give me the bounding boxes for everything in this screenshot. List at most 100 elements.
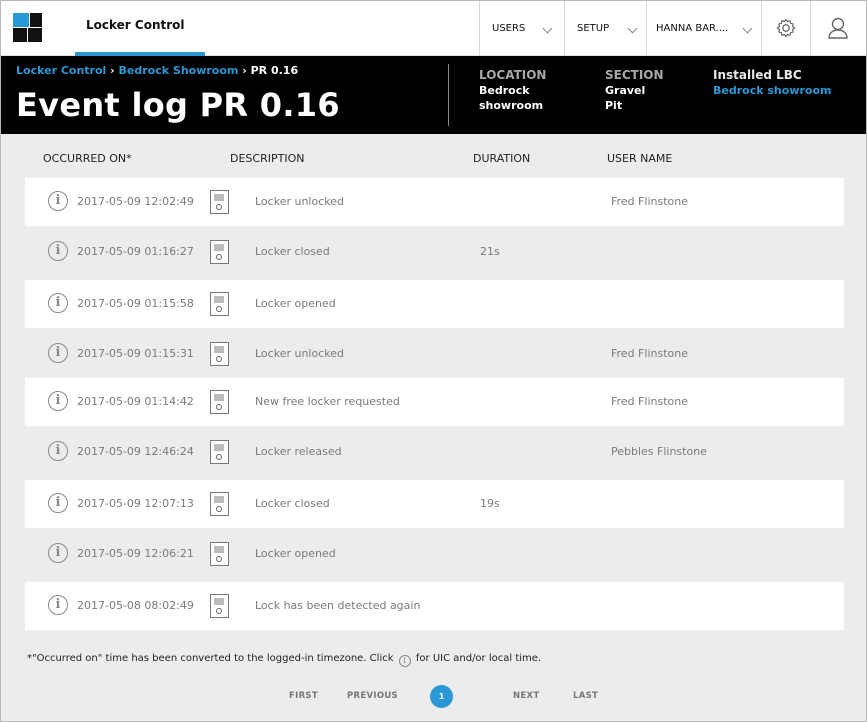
brand-logo-icon[interactable] <box>13 13 42 42</box>
chevron-down-icon <box>742 23 753 34</box>
account-menu-label: HANNA BAR.... <box>656 23 729 34</box>
row-occurred-on: 2017-05-09 01:15:58 <box>77 297 194 310</box>
row-description: Locker opened <box>255 297 336 310</box>
event-log-panel: OCCURRED ON* DESCRIPTION DURATION USER N… <box>1 134 866 721</box>
section-value-line-2: Pit <box>605 99 623 112</box>
table-row: i 2017-05-09 12:46:24 Locker released Pe… <box>25 428 844 476</box>
account-menu-button[interactable]: HANNA BAR.... <box>646 1 761 56</box>
column-header-user-name[interactable]: USER NAME <box>607 152 672 165</box>
location-value-line-1: Bedrock <box>479 84 530 97</box>
page-title: Event log PR 0.16 <box>16 86 340 124</box>
row-description: Locker unlocked <box>255 195 344 208</box>
info-icon[interactable]: i <box>48 191 68 211</box>
installed-lbc-label: Installed LBC <box>713 68 802 82</box>
breadcrumb-link-bedrock-showroom[interactable]: Bedrock Showroom <box>119 64 239 77</box>
row-description: Locker opened <box>255 547 336 560</box>
info-icon[interactable]: i <box>48 343 68 363</box>
row-description: New free locker requested <box>255 395 400 408</box>
chevron-down-icon <box>542 23 553 34</box>
installed-lbc-info: Installed LBC Bedrock showroom <box>713 68 831 98</box>
breadcrumb-separator: › <box>110 64 115 77</box>
row-description: Locker closed <box>255 497 330 510</box>
locker-icon <box>210 292 229 316</box>
table-row: i 2017-05-09 01:14:42 New free locker re… <box>25 378 844 426</box>
app-window: Locker Control USERS SETUP HANNA BAR.... <box>0 0 867 722</box>
location-label: LOCATION <box>479 68 547 82</box>
gear-icon <box>776 18 796 38</box>
table-row: i 2017-05-09 01:15:31 Locker unlocked Fr… <box>25 330 844 378</box>
row-description: Locker unlocked <box>255 347 344 360</box>
pagination-next[interactable]: NEXT <box>513 691 539 701</box>
setup-menu-label: SETUP <box>577 23 610 34</box>
table-row: i 2017-05-08 08:02:49 Lock has been dete… <box>25 582 844 630</box>
table-row: i 2017-05-09 01:16:27 Locker closed 21s <box>25 228 844 276</box>
row-description: Lock has been detected again <box>255 599 421 612</box>
breadcrumb-separator: › <box>242 64 247 77</box>
locker-icon <box>210 390 229 414</box>
info-icon[interactable]: i <box>48 293 68 313</box>
user-profile-button[interactable] <box>810 1 866 56</box>
locker-icon <box>210 342 229 366</box>
row-occurred-on: 2017-05-09 12:46:24 <box>77 445 194 458</box>
locker-icon <box>210 440 229 464</box>
breadcrumb-current: PR 0.16 <box>250 64 299 77</box>
footnote-text-after: for UIC and/or local time. <box>415 653 542 664</box>
column-header-duration[interactable]: DURATION <box>473 152 530 165</box>
location-info: LOCATION Bedrock showroom <box>479 68 546 113</box>
row-occurred-on: 2017-05-09 01:14:42 <box>77 395 194 408</box>
section-info: SECTION Gravel Pit <box>605 68 664 113</box>
info-icon: i <box>398 655 411 667</box>
setup-menu-button[interactable]: SETUP <box>564 1 646 56</box>
page-header: Locker Control › Bedrock Showroom › PR 0… <box>1 56 866 134</box>
section-value-line-1: Gravel <box>605 84 646 97</box>
row-user-name: Pebbles Flinstone <box>611 445 707 458</box>
info-icon[interactable]: i <box>48 391 68 411</box>
table-row: i 2017-05-09 12:06:21 Locker opened <box>25 530 844 578</box>
pagination-previous[interactable]: PREVIOUS <box>347 691 398 701</box>
locker-icon <box>210 190 229 214</box>
info-icon[interactable]: i <box>48 493 68 513</box>
users-menu-button[interactable]: USERS <box>479 1 564 56</box>
column-header-occurred-on[interactable]: OCCURRED ON* <box>43 152 132 165</box>
locker-icon <box>210 492 229 516</box>
app-tab-locker-control[interactable]: Locker Control <box>75 1 205 56</box>
locker-icon <box>210 594 229 618</box>
footnote-text-before: *"Occurred on" time has been converted t… <box>27 653 394 664</box>
section-label: SECTION <box>605 68 664 82</box>
info-icon[interactable]: i <box>48 241 68 261</box>
row-occurred-on: 2017-05-09 01:15:31 <box>77 347 194 360</box>
row-description: Locker closed <box>255 245 330 258</box>
row-occurred-on: 2017-05-09 12:06:21 <box>77 547 194 560</box>
table-row: i 2017-05-09 12:07:13 Locker closed 19s <box>25 480 844 528</box>
location-value-line-2: showroom <box>479 99 544 112</box>
row-occurred-on: 2017-05-09 12:07:13 <box>77 497 194 510</box>
settings-button[interactable] <box>761 1 810 56</box>
info-icon[interactable]: i <box>48 595 68 615</box>
pagination-first[interactable]: FIRST <box>289 691 318 701</box>
row-duration: 19s <box>480 497 500 510</box>
pagination-last[interactable]: LAST <box>573 691 598 701</box>
locker-icon <box>210 542 229 566</box>
info-icon[interactable]: i <box>48 543 68 563</box>
app-tab-label: Locker Control <box>86 18 185 32</box>
row-user-name: Fred Flinstone <box>611 195 688 208</box>
row-duration: 21s <box>480 245 500 258</box>
row-description: Locker released <box>255 445 342 458</box>
info-icon[interactable]: i <box>48 441 68 461</box>
row-occurred-on: 2017-05-08 08:02:49 <box>77 599 194 612</box>
locker-icon <box>210 240 229 264</box>
installed-lbc-link[interactable]: Bedrock showroom <box>713 83 831 98</box>
user-icon <box>828 17 848 39</box>
pagination-current-page[interactable]: 1 <box>430 685 453 708</box>
breadcrumb-link-locker-control[interactable]: Locker Control <box>16 64 106 77</box>
row-occurred-on: 2017-05-09 12:02:49 <box>77 195 194 208</box>
table-row: i 2017-05-09 12:02:49 Locker unlocked Fr… <box>25 178 844 226</box>
top-bar: Locker Control USERS SETUP HANNA BAR.... <box>1 1 866 56</box>
timezone-footnote: *"Occurred on" time has been converted t… <box>27 653 541 667</box>
users-menu-label: USERS <box>492 23 526 34</box>
chevron-down-icon <box>627 23 638 34</box>
breadcrumb: Locker Control › Bedrock Showroom › PR 0… <box>16 64 298 77</box>
column-header-description[interactable]: DESCRIPTION <box>230 152 304 165</box>
header-divider <box>448 64 449 126</box>
row-occurred-on: 2017-05-09 01:16:27 <box>77 245 194 258</box>
